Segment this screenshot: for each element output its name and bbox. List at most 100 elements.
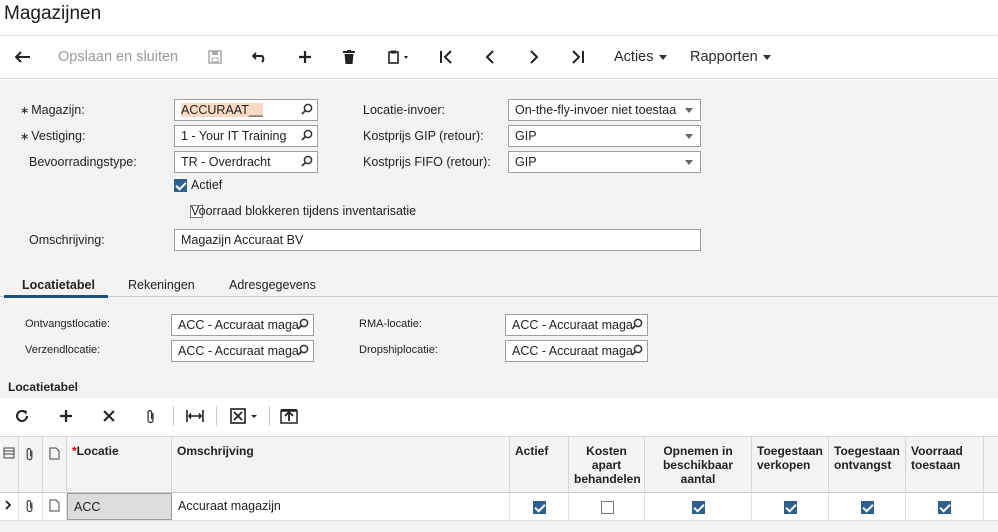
row-selector-header	[0, 437, 19, 493]
shipping-location-label: Verzendlocatie:	[25, 344, 101, 356]
note-icon	[43, 437, 67, 493]
last-page-icon[interactable]	[568, 46, 588, 68]
undo-icon[interactable]	[249, 46, 271, 68]
actions-menu[interactable]: Acties	[614, 46, 667, 68]
search-icon[interactable]	[631, 344, 643, 356]
allow-sales-checkbox[interactable]	[784, 501, 797, 514]
search-icon[interactable]	[301, 129, 313, 141]
cell-allow-receipt	[829, 493, 906, 520]
search-icon[interactable]	[301, 103, 313, 115]
save-icon[interactable]	[205, 46, 225, 68]
previous-icon[interactable]	[480, 46, 500, 68]
branch-field[interactable]: 1 - Your IT Training	[174, 125, 318, 147]
main-toolbar: Opslaan en sluiten Acties Rapporten	[0, 35, 998, 79]
search-icon[interactable]	[301, 155, 313, 167]
location-header-text: Locatie	[76, 444, 119, 458]
cell-allow-sales	[752, 493, 829, 520]
attachment-icon[interactable]	[19, 493, 43, 520]
search-icon[interactable]	[297, 344, 309, 356]
dropship-location-value: ACC - Accuraat maga	[512, 344, 633, 358]
cell-active	[510, 493, 569, 520]
replenishment-field[interactable]: TR - Overdracht	[174, 151, 318, 173]
attachment-icon	[19, 437, 43, 493]
rma-location-value: ACC - Accuraat maga	[512, 318, 633, 332]
cell-location-text: ACC	[74, 500, 101, 514]
location-entry-label: Locatie-invoer:	[363, 103, 445, 117]
row-expand-icon[interactable]	[0, 493, 19, 520]
cost-gip-select[interactable]: GIP	[508, 125, 701, 147]
dropship-location-field[interactable]: ACC - Accuraat maga	[505, 340, 648, 362]
tab-location-table[interactable]: Locatietabel	[22, 278, 95, 292]
branch-value: 1 - Your IT Training	[181, 129, 287, 143]
shipping-location-field[interactable]: ACC - Accuraat maga	[171, 340, 314, 362]
chevron-down-icon	[685, 108, 693, 113]
next-icon[interactable]	[524, 46, 544, 68]
cost-gip-label: Kostprijs GIP (retour):	[363, 129, 484, 143]
block-stock-label: Voorraad blokkeren tijdens inventarisati…	[191, 204, 417, 218]
location-entry-select[interactable]: On-the-fly-invoer niet toestaa	[508, 99, 701, 121]
clipboard-icon[interactable]	[383, 46, 417, 68]
chevron-down-icon	[685, 134, 693, 139]
search-icon[interactable]	[631, 318, 643, 330]
save-close-button[interactable]: Opslaan en sluiten	[58, 46, 178, 68]
column-header-allow-sales[interactable]: Toegestaan verkopen	[752, 437, 829, 493]
locations-panel	[0, 298, 998, 374]
add-row-icon[interactable]	[59, 409, 73, 423]
receipt-location-field[interactable]: ACC - Accuraat maga	[171, 314, 314, 336]
active-checkbox[interactable]	[533, 501, 546, 514]
warehouse-label: Magazijn:	[20, 103, 85, 117]
receipt-location-value: ACC - Accuraat maga	[178, 318, 299, 332]
note-icon[interactable]	[43, 493, 67, 520]
column-header-location[interactable]: *Locatie	[67, 437, 172, 493]
description-label: Omschrijving:	[29, 233, 105, 247]
cell-include-available	[645, 493, 752, 520]
fit-columns-icon[interactable]	[186, 409, 204, 423]
cost-separate-checkbox[interactable]	[601, 501, 614, 514]
delete-row-icon[interactable]	[102, 409, 116, 423]
cost-gip-value: GIP	[515, 129, 537, 143]
include-available-checkbox[interactable]	[692, 501, 705, 514]
back-arrow-icon[interactable]	[12, 46, 34, 68]
delete-icon[interactable]	[338, 46, 360, 68]
column-header-include-available[interactable]: Opnemen in beschikbaar aantal	[645, 437, 752, 493]
toolbar-divider	[173, 406, 174, 426]
column-header-active[interactable]: Actief	[510, 437, 569, 493]
cell-location[interactable]: ACC	[67, 493, 172, 520]
attachment-icon[interactable]	[146, 409, 156, 424]
cell-description-text: Accuraat magazijn	[178, 499, 281, 513]
warehouse-field[interactable]: ACCURAAT__	[174, 99, 318, 121]
stock-allowed-checkbox[interactable]	[938, 501, 951, 514]
first-page-icon[interactable]	[436, 46, 456, 68]
shipping-location-value: ACC - Accuraat maga	[178, 344, 299, 358]
chevron-down-icon	[685, 160, 693, 165]
cell-description[interactable]: Accuraat magazijn	[172, 493, 510, 520]
replenishment-value: TR - Overdracht	[181, 155, 271, 169]
upload-icon[interactable]	[280, 408, 298, 424]
grid-toolbar	[0, 398, 998, 436]
rma-location-field[interactable]: ACC - Accuraat maga	[505, 314, 648, 336]
active-label: Actief	[191, 178, 223, 192]
refresh-icon[interactable]	[15, 409, 29, 423]
excel-export-icon[interactable]	[230, 408, 262, 424]
description-field[interactable]: Magazijn Accuraat BV	[174, 229, 701, 251]
reports-menu[interactable]: Rapporten	[690, 46, 771, 68]
column-header-cost-separate[interactable]: Kosten apart behandelen	[569, 437, 645, 493]
tab-bar: Locatietabel Rekeningen Adresgegevens	[0, 273, 998, 297]
search-icon[interactable]	[297, 318, 309, 330]
allow-receipt-checkbox[interactable]	[861, 501, 874, 514]
cost-fifo-select[interactable]: GIP	[508, 151, 701, 173]
replenishment-label: Bevoorradingstype:	[29, 155, 137, 169]
tab-address[interactable]: Adresgegevens	[229, 278, 316, 292]
branch-label: Vestiging:	[20, 129, 85, 143]
cost-fifo-value: GIP	[515, 155, 537, 169]
add-icon[interactable]	[294, 46, 316, 68]
column-header-stock-allowed[interactable]: Voorraad toestaan	[906, 437, 984, 493]
receipt-location-label: Ontvangstlocatie:	[25, 318, 110, 330]
active-checkbox[interactable]	[174, 179, 187, 192]
tab-accounts[interactable]: Rekeningen	[128, 278, 195, 292]
column-header-allow-receipt[interactable]: Toegestaan ontvangst	[829, 437, 906, 493]
dropship-location-label: Dropshiplocatie:	[359, 344, 438, 356]
toolbar-divider	[216, 406, 217, 426]
column-header-description[interactable]: Omschrijving	[172, 437, 510, 493]
table-row[interactable]: ACC Accuraat magazijn	[0, 493, 998, 521]
